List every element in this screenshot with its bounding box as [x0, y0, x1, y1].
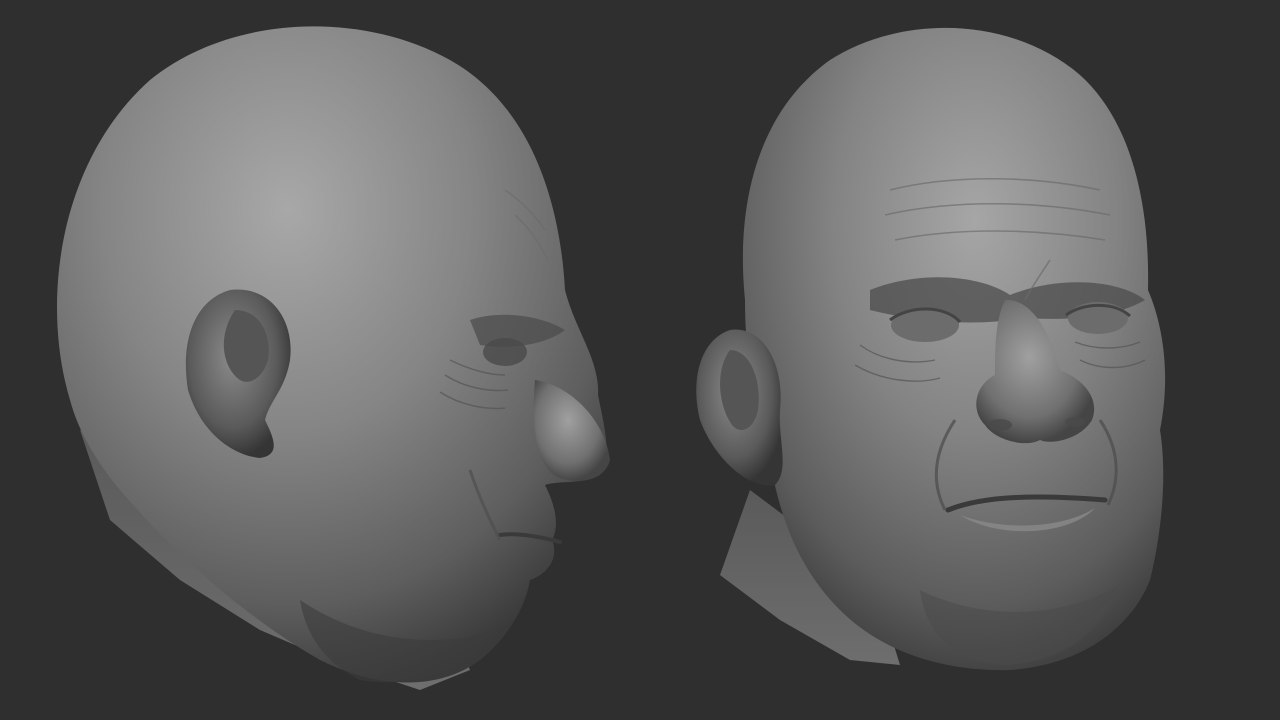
sculpt-render — [56, 26, 1166, 690]
right-head-nostril-left — [988, 419, 1012, 431]
sculpt-viewport — [0, 0, 1280, 720]
right-head-nostril-right — [1065, 417, 1085, 427]
left-head-profile — [56, 26, 610, 690]
left-eye-socket — [483, 338, 527, 366]
right-head-front — [696, 27, 1166, 671]
